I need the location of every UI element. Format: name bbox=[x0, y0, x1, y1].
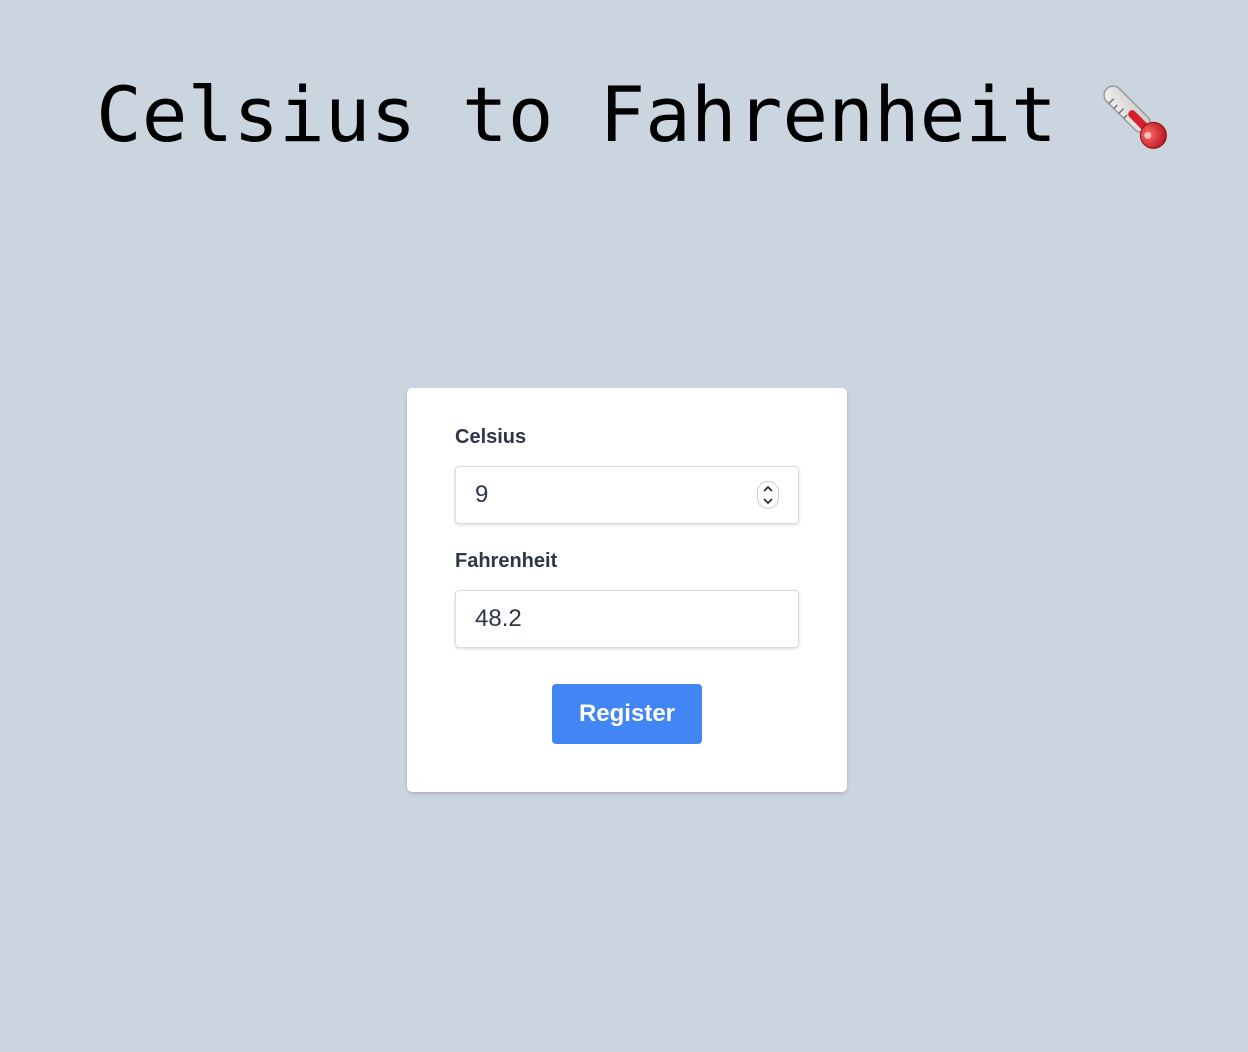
converter-card: Celsius Fahrenheit Register bbox=[407, 388, 847, 792]
celsius-stepper[interactable] bbox=[757, 481, 779, 509]
celsius-field[interactable] bbox=[455, 466, 799, 524]
fahrenheit-field[interactable] bbox=[455, 590, 799, 648]
fahrenheit-input[interactable] bbox=[456, 591, 755, 647]
register-button[interactable]: Register bbox=[552, 684, 702, 744]
header: Celsius to Fahrenheit bbox=[96, 70, 1173, 160]
fahrenheit-label: Fahrenheit bbox=[455, 550, 558, 572]
celsius-input[interactable] bbox=[456, 467, 755, 523]
chevron-down-icon[interactable] bbox=[763, 498, 773, 505]
page-title: Celsius to Fahrenheit bbox=[96, 70, 1057, 159]
celsius-label: Celsius bbox=[455, 426, 527, 448]
chevron-up-icon[interactable] bbox=[763, 485, 773, 492]
thermometer-icon bbox=[1097, 79, 1173, 155]
